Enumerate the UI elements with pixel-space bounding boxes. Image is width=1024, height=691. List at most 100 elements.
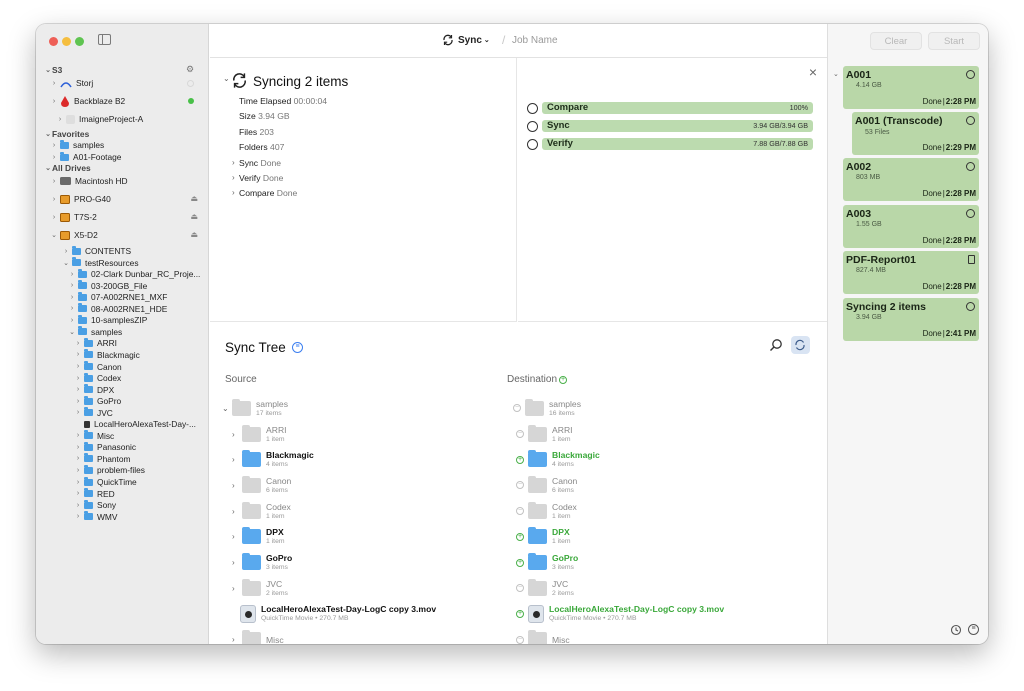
chevron-icon[interactable]: › bbox=[74, 479, 82, 486]
sidebar-toggle-icon[interactable] bbox=[98, 34, 111, 45]
gear-icon[interactable]: ⚙ bbox=[186, 64, 194, 75]
stage-row[interactable]: › Verify Done bbox=[232, 173, 283, 183]
chevron-icon[interactable]: › bbox=[74, 363, 82, 370]
clear-button[interactable]: Clear bbox=[870, 32, 922, 50]
search-icon[interactable] bbox=[769, 338, 783, 352]
destination-tree-item[interactable]: + LocalHeroAlexaTest-Day-LogC copy 3.mov Q… bbox=[516, 603, 724, 625]
chevron-icon[interactable]: › bbox=[74, 386, 82, 393]
queue-chevron-icon[interactable]: ⌄ bbox=[833, 70, 839, 78]
destination-tree-item[interactable]: + Blackmagic 4 items bbox=[516, 449, 600, 471]
expand-chevron-icon[interactable]: › bbox=[232, 455, 242, 464]
expand-chevron-icon[interactable]: › bbox=[232, 558, 242, 567]
destination-root-folder[interactable]: − samples 16 items bbox=[513, 397, 581, 419]
source-tree-item[interactable]: › GoPro 3 items bbox=[232, 552, 292, 574]
destination-tree-item[interactable]: − ARRI 1 item bbox=[516, 423, 573, 445]
chevron-icon[interactable]: › bbox=[68, 294, 76, 301]
sidebar-item-storj[interactable]: › Storj bbox=[50, 76, 93, 90]
expand-chevron-icon[interactable]: › bbox=[232, 635, 242, 644]
stage-row[interactable]: › Compare Done bbox=[232, 188, 297, 198]
chevron-icon[interactable]: › bbox=[74, 513, 82, 520]
source-tree-item[interactable]: › Canon 6 items bbox=[232, 474, 291, 496]
close-window-button[interactable] bbox=[49, 37, 58, 46]
start-button[interactable]: Start bbox=[928, 32, 980, 50]
destination-tree-item[interactable]: − Canon 6 items bbox=[516, 474, 577, 496]
sidebar-item-backblaze[interactable]: › Backblaze B2 bbox=[50, 94, 125, 108]
chevron-icon[interactable]: › bbox=[68, 271, 76, 278]
chevron-icon[interactable]: › bbox=[74, 340, 82, 347]
destination-tree-item[interactable]: + GoPro 3 items bbox=[516, 552, 578, 574]
source-tree-item[interactable]: › DPX 1 item bbox=[232, 526, 285, 548]
expand-chevron-icon[interactable]: › bbox=[232, 532, 242, 541]
destination-tree-item[interactable]: + DPX 1 item bbox=[516, 526, 571, 548]
stage-row[interactable]: › Sync Done bbox=[232, 158, 281, 168]
expand-chevron-icon[interactable]: › bbox=[232, 584, 242, 593]
job-card[interactable]: Syncing 2 items 3.94 GB Done|2:41 PM bbox=[833, 294, 984, 344]
chevron-icon[interactable]: › bbox=[68, 317, 76, 324]
expand-chevron-icon[interactable]: › bbox=[232, 430, 242, 439]
expand-chevron-icon[interactable]: › bbox=[232, 158, 235, 167]
chevron-icon[interactable]: › bbox=[74, 432, 82, 439]
chevron-icon[interactable]: ⌄ bbox=[62, 259, 70, 267]
source-tree-item[interactable]: › Blackmagic 4 items bbox=[232, 449, 314, 471]
section-all-drives[interactable]: ⌄ All Drives bbox=[44, 161, 91, 175]
job-card[interactable]: A001 (Transcode) 53 Files Done|2:29 PM bbox=[852, 112, 979, 155]
expand-chevron-icon[interactable]: › bbox=[232, 188, 235, 197]
folder-icon bbox=[84, 511, 93, 521]
job-card[interactable]: A001 4.14 GB Done|2:28 PM bbox=[843, 66, 979, 109]
source-tree-item[interactable]: › Codex 1 item bbox=[232, 500, 291, 522]
job-card[interactable]: PDF-Report01 827.4 MB Done|2:28 PM bbox=[843, 251, 979, 294]
drive-macintosh-hd[interactable]: › Macintosh HD bbox=[50, 174, 128, 188]
eject-icon[interactable]: ⏏ bbox=[190, 212, 198, 221]
chevron-icon[interactable]: › bbox=[68, 282, 76, 289]
chevron-icon[interactable]: › bbox=[74, 490, 82, 497]
source-tree-item[interactable]: › Misc bbox=[232, 629, 284, 644]
job-card[interactable]: A002 803 MB Done|2:28 PM bbox=[843, 158, 979, 201]
refresh-tree-button[interactable] bbox=[791, 336, 810, 354]
source-tree-item[interactable]: › JVC 2 items bbox=[232, 577, 288, 599]
eject-icon[interactable]: ⏏ bbox=[190, 230, 198, 239]
chevron-icon[interactable]: › bbox=[68, 305, 76, 312]
chevron-icon[interactable]: › bbox=[74, 467, 82, 474]
destination-tree-item[interactable]: − Codex 1 item bbox=[516, 500, 577, 522]
drive-pro-g40[interactable]: › PRO-G40 bbox=[50, 192, 111, 206]
chevron-icon[interactable]: › bbox=[74, 455, 82, 462]
expand-chevron-icon[interactable]: ⌄ bbox=[222, 404, 232, 413]
source-tree-item[interactable]: › ARRI 1 item bbox=[232, 423, 287, 445]
chevron-icon[interactable]: › bbox=[74, 375, 82, 382]
expand-chevron-icon[interactable]: › bbox=[232, 507, 242, 516]
drive-t7s-2[interactable]: › T7S-2 bbox=[50, 210, 97, 224]
tree-item-text: Blackmagic 4 items bbox=[266, 450, 314, 469]
eject-icon[interactable]: ⏏ bbox=[190, 194, 198, 203]
zoom-window-button[interactable] bbox=[75, 37, 84, 46]
filter-icon[interactable]: ≡ bbox=[292, 342, 303, 353]
add-destination-icon[interactable]: + bbox=[559, 375, 568, 384]
sidebar-tree-item[interactable]: › WMV bbox=[74, 510, 117, 524]
minimize-window-button[interactable] bbox=[62, 37, 71, 46]
expand-chevron-icon[interactable]: › bbox=[232, 481, 242, 490]
drive-x5-d2[interactable]: ⌄ X5-D2 bbox=[50, 228, 98, 242]
job-time-text: 2:29 PM bbox=[945, 143, 976, 152]
destination-tree-item[interactable]: − JVC 2 items bbox=[516, 577, 574, 599]
chevron-icon[interactable]: › bbox=[74, 502, 82, 509]
folder-icon bbox=[72, 245, 81, 255]
sync-mode-dropdown[interactable]: Sync ⌄ bbox=[442, 34, 490, 46]
chevron-icon[interactable]: › bbox=[74, 398, 82, 405]
sidebar-item-imaigne[interactable]: › ImaigneProject-A bbox=[56, 112, 143, 126]
source-root-folder[interactable]: ⌄ samples 17 items bbox=[222, 397, 288, 419]
source-tree-item[interactable]: LocalHeroAlexaTest-Day-LogC copy 3.mov Qu… bbox=[240, 603, 436, 625]
tree-item-name: Blackmagic bbox=[266, 450, 314, 461]
history-icon[interactable] bbox=[950, 624, 962, 636]
chevron-icon[interactable]: › bbox=[62, 248, 70, 255]
expand-chevron-icon[interactable]: › bbox=[232, 173, 235, 182]
chevron-icon[interactable]: › bbox=[74, 351, 82, 358]
chevron-icon[interactable]: › bbox=[74, 409, 82, 416]
job-name-field[interactable]: Job Name bbox=[512, 35, 558, 46]
collapse-chevron-icon[interactable]: ⌄ bbox=[223, 74, 230, 83]
destination-tree-item[interactable]: − Misc bbox=[516, 629, 570, 644]
filter-icon[interactable]: ≡ bbox=[968, 624, 979, 635]
close-icon[interactable]: × bbox=[809, 64, 817, 80]
job-card[interactable]: A003 1.55 GB Done|2:28 PM bbox=[843, 205, 979, 248]
chevron-icon[interactable]: › bbox=[74, 444, 82, 451]
section-s3[interactable]: ⌄ S3 bbox=[44, 63, 62, 77]
chevron-icon[interactable]: ⌄ bbox=[68, 328, 76, 336]
